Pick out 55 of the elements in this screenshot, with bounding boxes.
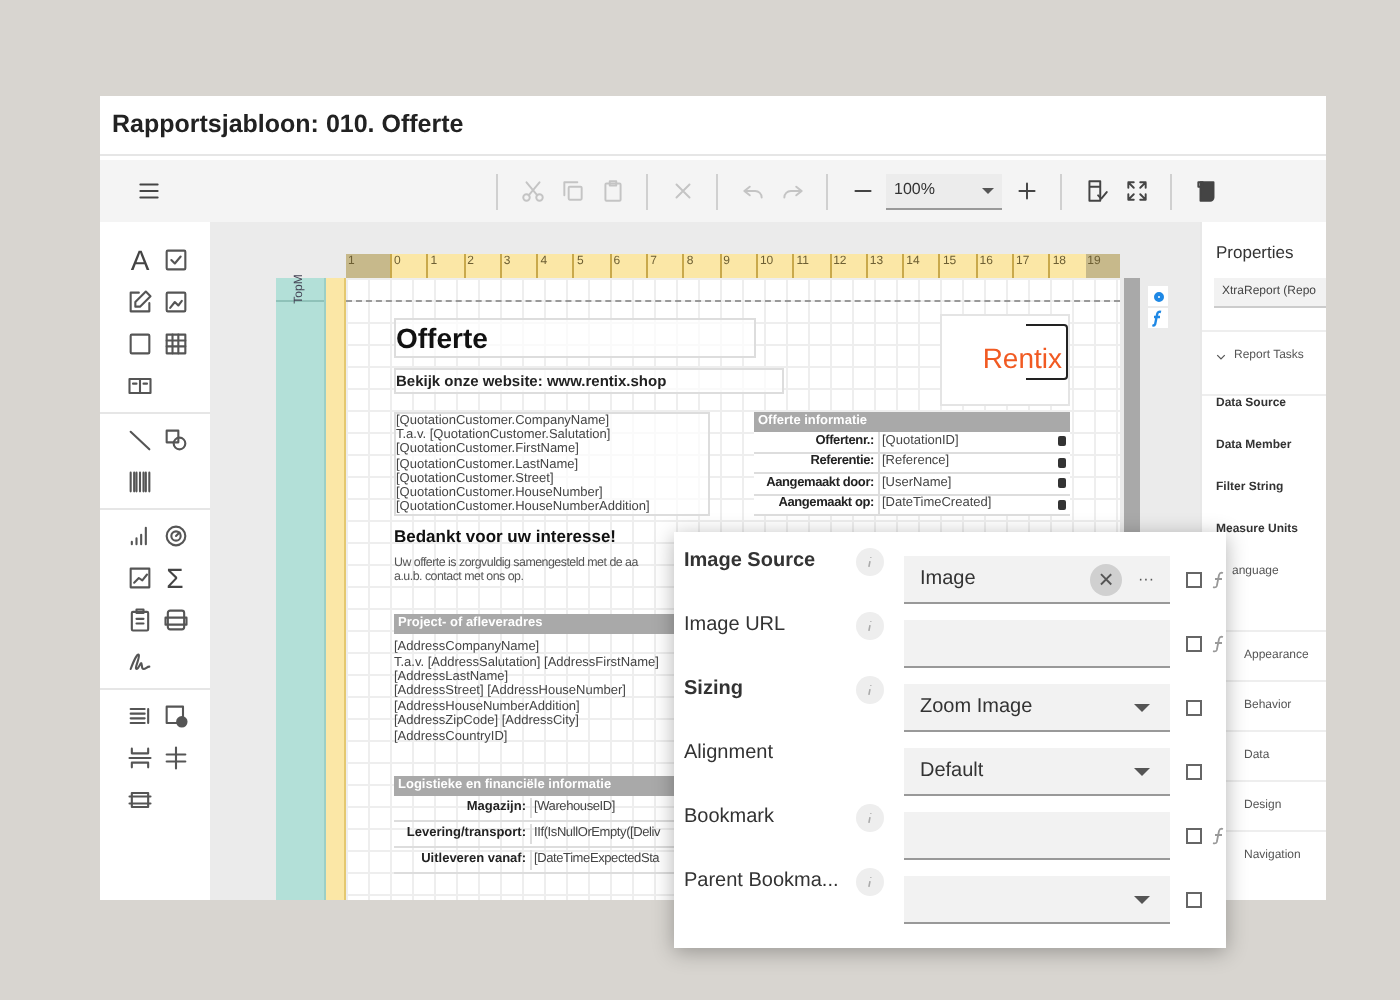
- gauge-icon[interactable]: [161, 522, 189, 550]
- signature-icon[interactable]: [126, 648, 154, 676]
- input-field[interactable]: [904, 812, 1170, 860]
- property-label: Image Source: [684, 548, 818, 576]
- edit-icon[interactable]: [126, 288, 154, 316]
- property-label: Bookmark: [684, 804, 777, 832]
- picture-icon[interactable]: [161, 288, 189, 316]
- clear-button[interactable]: ×: [1090, 563, 1122, 595]
- checkbox[interactable]: [1186, 636, 1202, 652]
- checkbox-icon[interactable]: [161, 246, 189, 274]
- logo-text: Rentix: [982, 342, 1062, 374]
- tool-icon[interactable]: Σ: [161, 564, 189, 592]
- property-label: Parent Bookma...: [684, 868, 841, 896]
- barcode-icon[interactable]: [126, 468, 154, 496]
- checkbox[interactable]: [1186, 764, 1202, 780]
- panel-icon[interactable]: [126, 372, 154, 400]
- square-icon[interactable]: [126, 330, 154, 358]
- caret-icon: [1134, 895, 1150, 903]
- line-icon[interactable]: [126, 426, 154, 454]
- list-icon[interactable]: [126, 702, 154, 730]
- section-title: Bedankt voor uw interesse!: [394, 524, 619, 551]
- tool-icon[interactable]: A: [126, 246, 154, 274]
- function-icon[interactable]: [1148, 308, 1168, 328]
- cross-band-icon[interactable]: [161, 744, 189, 772]
- image-source-field[interactable]: Image × ···: [904, 556, 1170, 604]
- page-break-icon[interactable]: [126, 744, 154, 772]
- table-icon[interactable]: [161, 330, 189, 358]
- more-button[interactable]: ···: [1134, 567, 1158, 591]
- report-title: Offerte: [394, 318, 756, 358]
- dropdown[interactable]: Default: [904, 748, 1170, 796]
- function-icon[interactable]: [1210, 634, 1226, 654]
- line-chart-icon[interactable]: [126, 564, 154, 592]
- checkbox[interactable]: [1186, 572, 1202, 588]
- page-info-icon[interactable]: [161, 702, 189, 730]
- function-icon[interactable]: [1210, 570, 1226, 590]
- caret-icon: [1134, 703, 1150, 711]
- window-title: Rapportsjabloon: 010. Offerte: [112, 108, 464, 143]
- checkbox[interactable]: [1186, 892, 1202, 908]
- checkbox[interactable]: [1186, 828, 1202, 844]
- clipboard-icon[interactable]: [126, 606, 154, 634]
- settings-icon[interactable]: [1148, 286, 1168, 306]
- property-label: Image URL: [684, 612, 788, 640]
- panel-title: Properties: [1214, 240, 1296, 266]
- chevron-icon: [1216, 351, 1226, 362]
- dropdown[interactable]: [904, 876, 1170, 924]
- input-field[interactable]: [904, 620, 1170, 668]
- shapes-icon[interactable]: [161, 426, 189, 454]
- dropdown[interactable]: Zoom Image: [904, 684, 1170, 732]
- caret-icon: [1134, 767, 1150, 775]
- function-icon[interactable]: [1210, 826, 1226, 846]
- property-label: Alignment: [684, 740, 775, 768]
- zoom-dropdown[interactable]: 100%: [886, 173, 1002, 209]
- property-label: Sizing: [684, 676, 745, 704]
- band-icon[interactable]: [126, 786, 154, 814]
- checkbox[interactable]: [1186, 700, 1202, 716]
